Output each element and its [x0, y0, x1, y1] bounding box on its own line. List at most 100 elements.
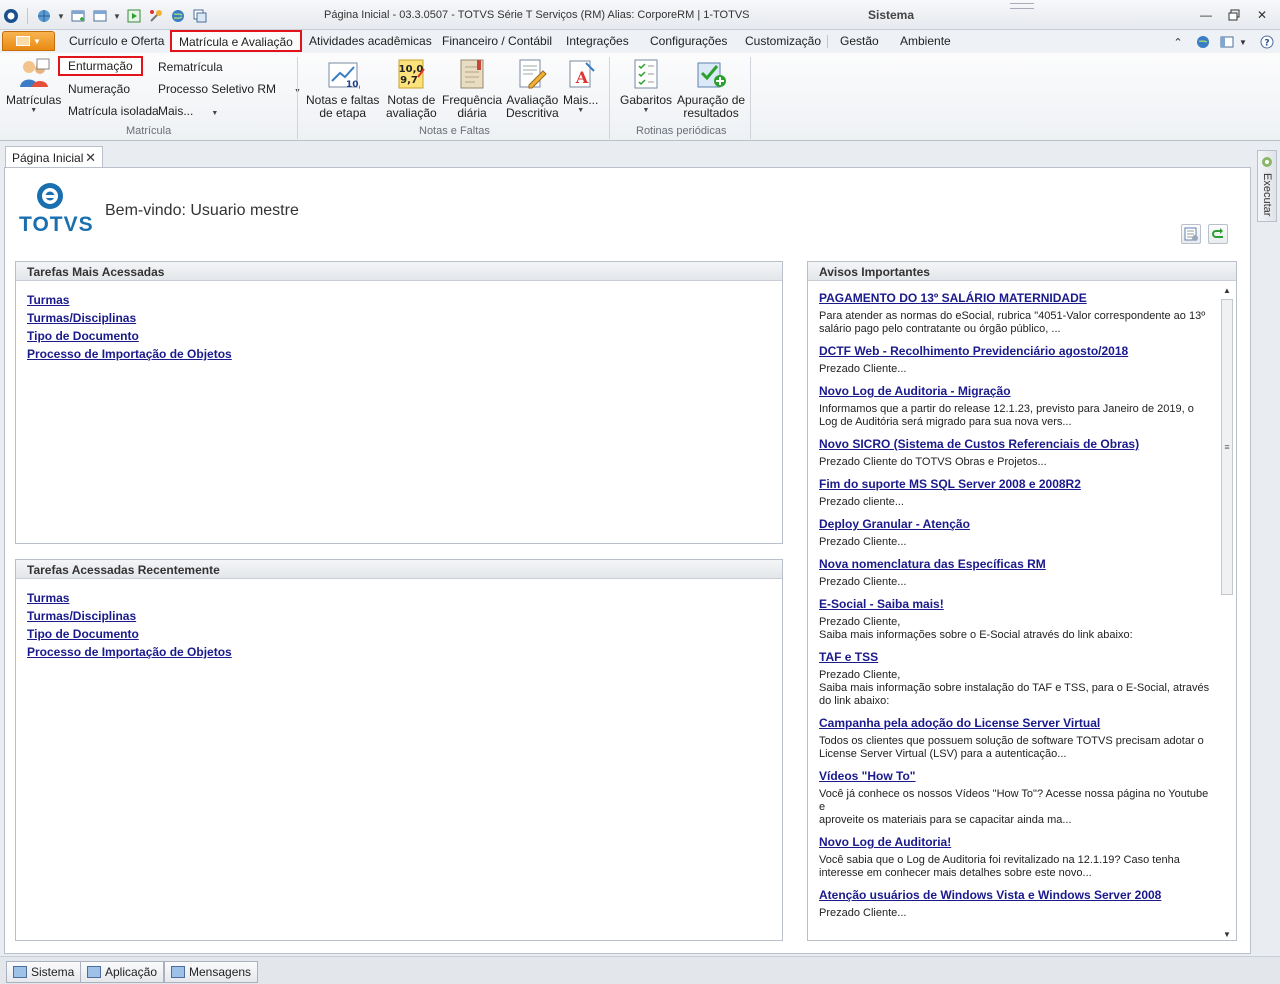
notice-title-link[interactable]: Novo Log de Auditoria! — [819, 835, 1217, 849]
customize-page-button[interactable] — [1181, 224, 1201, 244]
aplicacao-button[interactable]: Aplicação — [80, 961, 165, 983]
rematricula-button[interactable]: Rematrícula — [158, 60, 223, 74]
notice-title-link[interactable]: Novo SICRO (Sistema de Custos Referencia… — [819, 437, 1217, 451]
frequencia-diaria-button[interactable]: Frequência diária — [442, 57, 502, 120]
notice-item: TAF e TSS Prezado Cliente, Saiba mais in… — [819, 650, 1217, 708]
ribbon-tab-bar: ▼ Currículo e Oferta Matrícula e Avaliaç… — [0, 30, 1280, 53]
notice-title-link[interactable]: Deploy Granular - Atenção — [819, 517, 1217, 531]
answer-sheet-icon — [629, 57, 663, 91]
notice-item: Vídeos "How To" Você já conhece os nosso… — [819, 769, 1217, 827]
application-menu-button[interactable]: ▼ — [2, 31, 55, 51]
scroll-up-icon[interactable]: ▲ — [1220, 283, 1234, 297]
notice-summary: Todos os clientes que possuem solução de… — [819, 735, 1204, 760]
chevron-down-icon[interactable]: ▼ — [57, 12, 65, 21]
refresh-icon — [1212, 228, 1223, 238]
processo-seletivo-button[interactable]: Processo Seletivo RM▼ — [158, 82, 301, 96]
group-separator — [609, 57, 610, 139]
chevron-down-icon[interactable]: ▼ — [113, 12, 121, 21]
window-layout-icon[interactable] — [91, 7, 109, 25]
notice-title-link[interactable]: Atenção usuários de Windows Vista e Wind… — [819, 888, 1217, 902]
matriculas-button[interactable]: Matrículas ▼ — [6, 57, 61, 115]
sistema-button[interactable]: Sistema — [6, 961, 82, 983]
app-logo-icon[interactable] — [2, 7, 20, 25]
notice-title-link[interactable]: Campanha pela adoção do License Server V… — [819, 716, 1217, 730]
mensagens-button[interactable]: Mensagens — [164, 961, 259, 983]
close-button[interactable]: ✕ — [1250, 6, 1274, 24]
notice-item: Novo Log de Auditoria! Você sabia que o … — [819, 835, 1217, 880]
enturmacao-button[interactable]: Enturmação — [58, 56, 143, 76]
task-link[interactable]: Turmas — [27, 589, 782, 607]
notice-title-link[interactable]: Novo Log de Auditoria - Migração — [819, 384, 1217, 398]
info-icon[interactable]: ? — [1259, 34, 1275, 50]
notice-title-link[interactable]: Fim do suporte MS SQL Server 2008 e 2008… — [819, 477, 1217, 491]
tab-matricula-avaliacao[interactable]: Matrícula e Avaliação — [170, 30, 302, 52]
layout-options-icon[interactable] — [1219, 34, 1235, 50]
apuracao-resultados-button[interactable]: Apuração de resultados — [677, 57, 745, 120]
notice-item: Campanha pela adoção do License Server V… — [819, 716, 1217, 761]
tab-configuracoes[interactable]: Configurações — [650, 34, 727, 48]
help-globe-icon[interactable] — [1195, 34, 1211, 50]
run-process-icon[interactable] — [125, 7, 143, 25]
document-tab-strip: Página Inicial ✕ — [0, 141, 1280, 169]
tab-financeiro-contabil[interactable]: Financeiro / Contábil — [442, 34, 552, 48]
gabaritos-button[interactable]: Gabaritos ▼ — [620, 57, 672, 115]
tab-integracoes[interactable]: Integrações — [566, 34, 629, 48]
notices-scrollbar[interactable]: ▲ ≡ ▼ — [1220, 283, 1234, 941]
notice-title-link[interactable]: E-Social - Saiba mais! — [819, 597, 1217, 611]
task-link[interactable]: Processo de Importação de Objetos — [27, 643, 782, 661]
notice-summary: Prezado Cliente, Saiba mais informação s… — [819, 669, 1210, 707]
notice-item: Deploy Granular - Atenção Prezado Client… — [819, 517, 1217, 549]
tab-ambiente[interactable]: Ambiente — [900, 34, 951, 48]
task-link[interactable]: Turmas/Disciplinas — [27, 607, 782, 625]
tab-atividades-academicas[interactable]: Atividades acadêmicas — [309, 34, 432, 48]
notice-title-link[interactable]: TAF e TSS — [819, 650, 1217, 664]
tab-gestao[interactable]: Gestão — [840, 34, 879, 48]
home-page: TOTVS Bem-vindo: Usuario mestre Tarefas … — [4, 167, 1251, 954]
tab-customizacao[interactable]: Customização — [745, 34, 821, 48]
refresh-button[interactable] — [1208, 224, 1228, 244]
notas-avaliacao-button[interactable]: 10,0 9,7 Notas de avaliação — [386, 57, 437, 120]
document-grade-icon: A — [564, 57, 598, 91]
aplicacao-label: Aplicação — [105, 965, 158, 979]
matricula-isolada-button[interactable]: Matrícula isolada — [68, 104, 159, 118]
task-link[interactable]: Turmas/Disciplinas — [27, 309, 782, 327]
executar-icon — [1262, 157, 1272, 167]
task-link[interactable]: Tipo de Documento — [27, 327, 782, 345]
notice-title-link[interactable]: DCTF Web - Recolhimento Previdenciário a… — [819, 344, 1217, 358]
scroll-thumb[interactable]: ≡ — [1221, 299, 1233, 595]
notice-title-link[interactable]: PAGAMENTO DO 13º SALÁRIO MATERNIDADE — [819, 291, 1217, 305]
globe-settings-icon[interactable] — [35, 7, 53, 25]
tools-icon[interactable] — [147, 7, 165, 25]
drag-grip[interactable] — [1010, 3, 1034, 9]
tab-pagina-inicial[interactable]: Página Inicial ✕ — [5, 146, 103, 169]
welcome-text: Bem-vindo: Usuario mestre — [105, 202, 299, 219]
notice-item: Atenção usuários de Windows Vista e Wind… — [819, 888, 1217, 920]
numeracao-button[interactable]: Numeração — [68, 82, 130, 96]
notas-faltas-etapa-button[interactable]: 10,0 Notas e faltas de etapa — [306, 57, 379, 120]
copy-windows-icon[interactable] — [191, 7, 209, 25]
avaliacao-descritiva-button[interactable]: Avaliação Descritiva — [506, 57, 559, 120]
restore-button[interactable] — [1222, 6, 1246, 24]
panel-title: Avisos Importantes — [808, 262, 1236, 281]
new-window-icon[interactable] — [69, 7, 87, 25]
task-link[interactable]: Tipo de Documento — [27, 625, 782, 643]
panel-title: Tarefas Mais Acessadas — [16, 262, 782, 281]
mais-notas-button[interactable]: A Mais... ▼ — [563, 57, 598, 115]
tab-curriculo-oferta[interactable]: Currículo e Oferta — [69, 34, 164, 48]
executar-label: Executar — [1261, 173, 1273, 217]
minimize-button[interactable]: — — [1194, 6, 1218, 24]
chevron-down-icon[interactable]: ▼ — [1235, 34, 1251, 50]
task-link[interactable]: Turmas — [27, 291, 782, 309]
notice-title-link[interactable]: Nova nomenclatura das Específicas RM — [819, 557, 1217, 571]
task-link[interactable]: Processo de Importação de Objetos — [27, 345, 782, 363]
messages-icon — [171, 966, 185, 978]
close-tab-icon[interactable]: ✕ — [85, 150, 96, 166]
collapse-ribbon-icon[interactable]: ⌃ — [1170, 34, 1186, 50]
students-icon — [17, 57, 51, 91]
mais-matricula-button[interactable]: Mais... ▼ — [158, 104, 218, 118]
notice-item: Fim do suporte MS SQL Server 2008 e 2008… — [819, 477, 1217, 509]
scroll-down-icon[interactable]: ▼ — [1220, 927, 1234, 941]
web-globe-icon[interactable] — [169, 7, 187, 25]
notice-title-link[interactable]: Vídeos "How To" — [819, 769, 1217, 783]
executar-side-panel[interactable]: Executar — [1257, 150, 1277, 222]
